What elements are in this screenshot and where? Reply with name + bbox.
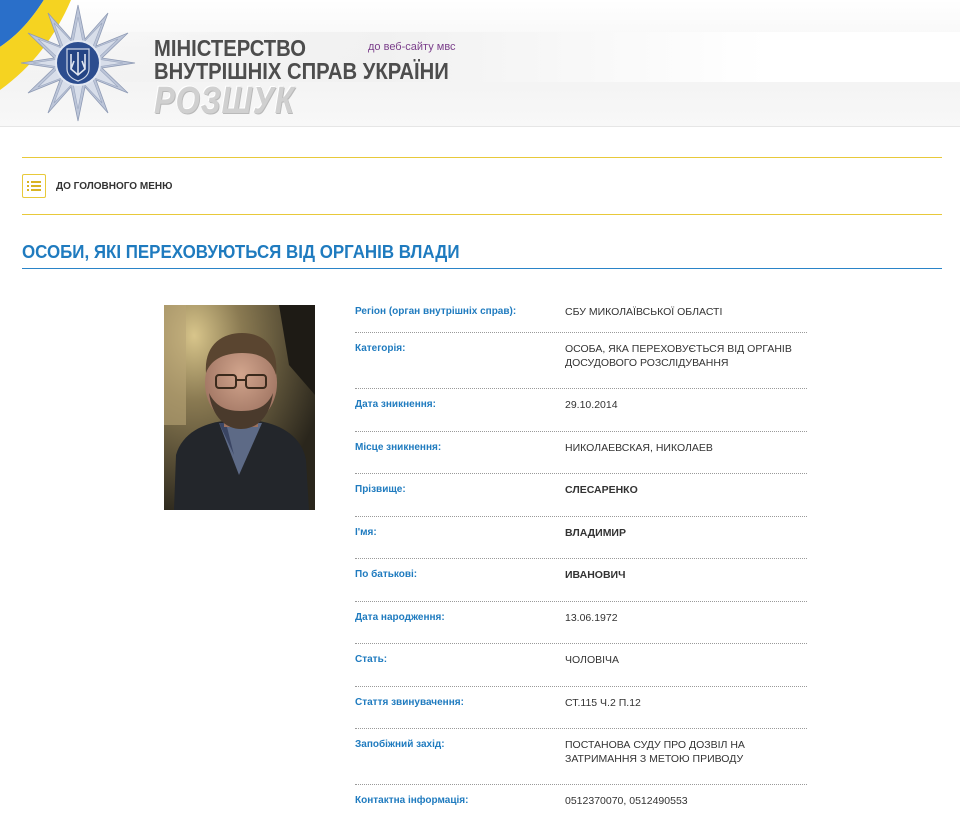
detail-label: Прізвище: bbox=[355, 484, 406, 495]
detail-label: Стать: bbox=[355, 654, 388, 665]
detail-row-sex: Стать: ЧОЛОВІЧА bbox=[355, 644, 807, 687]
page-title: ОСОБИ, ЯКІ ПЕРЕХОВУЮТЬСЯ ВІД ОРГАНІВ ВЛА… bbox=[22, 242, 460, 262]
section-logo: РОЗШУК bbox=[154, 80, 295, 122]
detail-label: Дата народження: bbox=[355, 612, 445, 623]
detail-label: І'мя: bbox=[355, 527, 377, 538]
detail-label: Дата зникнення: bbox=[355, 399, 436, 410]
wanted-person-photo bbox=[164, 305, 315, 510]
detail-value: 29.10.2014 bbox=[565, 399, 618, 411]
detail-label: Категорія: bbox=[355, 343, 406, 354]
detail-row-contact-info: Контактна інформація: 0512370070, 051249… bbox=[355, 785, 807, 817]
main-menu-label[interactable]: ДО ГОЛОВНОГО МЕНЮ bbox=[56, 181, 172, 192]
photo-image bbox=[164, 305, 315, 510]
detail-row-first-name: І'мя: ВЛАДИМИР bbox=[355, 517, 807, 559]
detail-label: По батькові: bbox=[355, 569, 418, 580]
menu-bar: ДО ГОЛОВНОГО МЕНЮ bbox=[22, 157, 942, 215]
detail-value: СЛЕСАРЕНКО bbox=[565, 484, 638, 496]
police-star-trident-icon[interactable] bbox=[18, 3, 138, 123]
detail-value: СБУ МИКОЛАЇВСЬКОЇ ОБЛАСТІ bbox=[565, 306, 723, 318]
detail-row-surname: Прізвище: СЛЕСАРЕНКО bbox=[355, 474, 807, 517]
detail-value: НИКОЛАЕВСКАЯ, НИКОЛАЕВ bbox=[565, 442, 713, 454]
header-stripe bbox=[0, 32, 960, 82]
site-link[interactable]: до веб-сайту мвс bbox=[368, 41, 456, 53]
detail-label: Регіон (орган внутрішніх справ): bbox=[355, 306, 517, 317]
detail-value: ВЛАДИМИР bbox=[565, 527, 626, 539]
detail-label: Запобіжний захід: bbox=[355, 739, 445, 750]
detail-value: ПОСТАНОВА СУДУ ПРО ДОЗВІЛ НА ЗАТРИМАННЯ … bbox=[565, 739, 745, 765]
detail-row-disappearance-date: Дата зникнення: 29.10.2014 bbox=[355, 389, 807, 432]
site-header: МІНІСТЕРСТВО ВНУТРІШНІХ СПРАВ УКРАЇНИ до… bbox=[0, 0, 960, 127]
detail-label: Місце зникнення: bbox=[355, 442, 442, 453]
detail-value: СТ.115 Ч.2 П.12 bbox=[565, 697, 641, 709]
detail-row-disappearance-place: Місце зникнення: НИКОЛАЕВСКАЯ, НИКОЛАЕВ bbox=[355, 432, 807, 474]
detail-value: ИВАНОВИЧ bbox=[565, 569, 626, 581]
detail-row-category: Категорія: ОСОБА, ЯКА ПЕРЕХОВУЄТЬСЯ ВІД … bbox=[355, 333, 807, 389]
detail-row-preventive-measure: Запобіжний захід: ПОСТАНОВА СУДУ ПРО ДОЗ… bbox=[355, 729, 807, 785]
detail-row-birth-date: Дата народження: 13.06.1972 bbox=[355, 602, 807, 644]
title-divider bbox=[22, 268, 942, 269]
main-menu-button[interactable]: ДО ГОЛОВНОГО МЕНЮ bbox=[22, 174, 172, 198]
detail-value: 13.06.1972 bbox=[565, 612, 618, 624]
detail-label: Контактна інформація: bbox=[355, 795, 469, 806]
person-details: Регіон (орган внутрішніх справ): СБУ МИК… bbox=[355, 296, 807, 817]
detail-row-region: Регіон (орган внутрішніх справ): СБУ МИК… bbox=[355, 296, 807, 333]
list-icon[interactable] bbox=[22, 174, 46, 198]
detail-value: 0512370070, 0512490553 bbox=[565, 795, 688, 807]
detail-value: ОСОБА, ЯКА ПЕРЕХОВУЄТЬСЯ ВІД ОРГАНІВ ДОС… bbox=[565, 343, 792, 369]
detail-row-patronymic: По батькові: ИВАНОВИЧ bbox=[355, 559, 807, 602]
detail-label: Стаття звинувачення: bbox=[355, 697, 464, 708]
detail-value: ЧОЛОВІЧА bbox=[565, 654, 620, 666]
detail-row-charge-article: Стаття звинувачення: СТ.115 Ч.2 П.12 bbox=[355, 687, 807, 729]
